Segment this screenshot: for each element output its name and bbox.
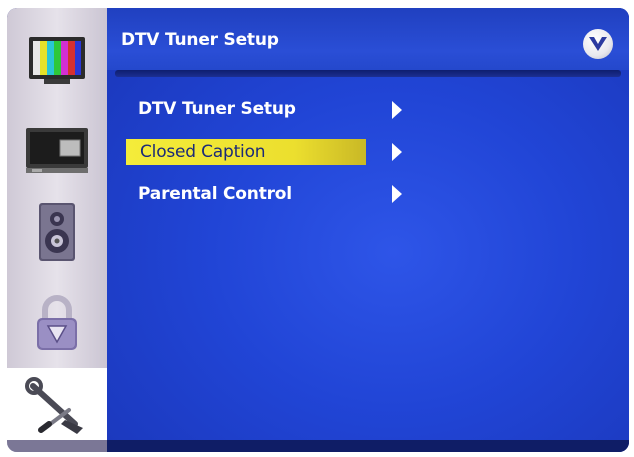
menu-panel: DTV Tuner Setup DTV Tuner Setup Closed C… (107, 8, 629, 452)
chevron-right-icon[interactable] (390, 184, 404, 204)
menu-item-closed-caption[interactable]: Closed Caption (126, 139, 366, 165)
sidebar-item-picture[interactable] (7, 22, 107, 98)
speaker-audio-icon (35, 201, 79, 263)
category-sidebar (7, 8, 107, 452)
wrench-setup-icon (25, 376, 89, 436)
sidebar-item-input[interactable] (7, 112, 107, 188)
menu-item-label: Closed Caption (140, 142, 266, 162)
menu-header: DTV Tuner Setup (107, 8, 629, 70)
picture-color-bars-icon (26, 34, 88, 86)
tv-input-icon (24, 124, 90, 176)
padlock-parental-icon (32, 292, 82, 352)
sidebar-bottom-bar (7, 440, 107, 452)
chevron-right-icon[interactable] (390, 142, 404, 162)
menu-item-label: Parental Control (138, 184, 292, 204)
sidebar-item-audio[interactable] (7, 194, 107, 270)
sidebar-item-setup[interactable] (7, 368, 107, 444)
chevron-right-icon[interactable] (390, 100, 404, 120)
tv-osd-screen: DTV Tuner Setup DTV Tuner Setup Closed C… (7, 8, 629, 452)
page-title: DTV Tuner Setup (121, 30, 279, 50)
vizio-v-logo-icon (583, 29, 613, 59)
header-divider (115, 70, 621, 77)
menu-item-dtv-tuner-setup[interactable]: DTV Tuner Setup (126, 96, 296, 122)
menu-item-label: DTV Tuner Setup (138, 99, 296, 119)
sidebar-item-parental-lock[interactable] (7, 284, 107, 360)
panel-bottom-bar (107, 440, 629, 452)
menu-item-parental-control[interactable]: Parental Control (126, 181, 292, 207)
